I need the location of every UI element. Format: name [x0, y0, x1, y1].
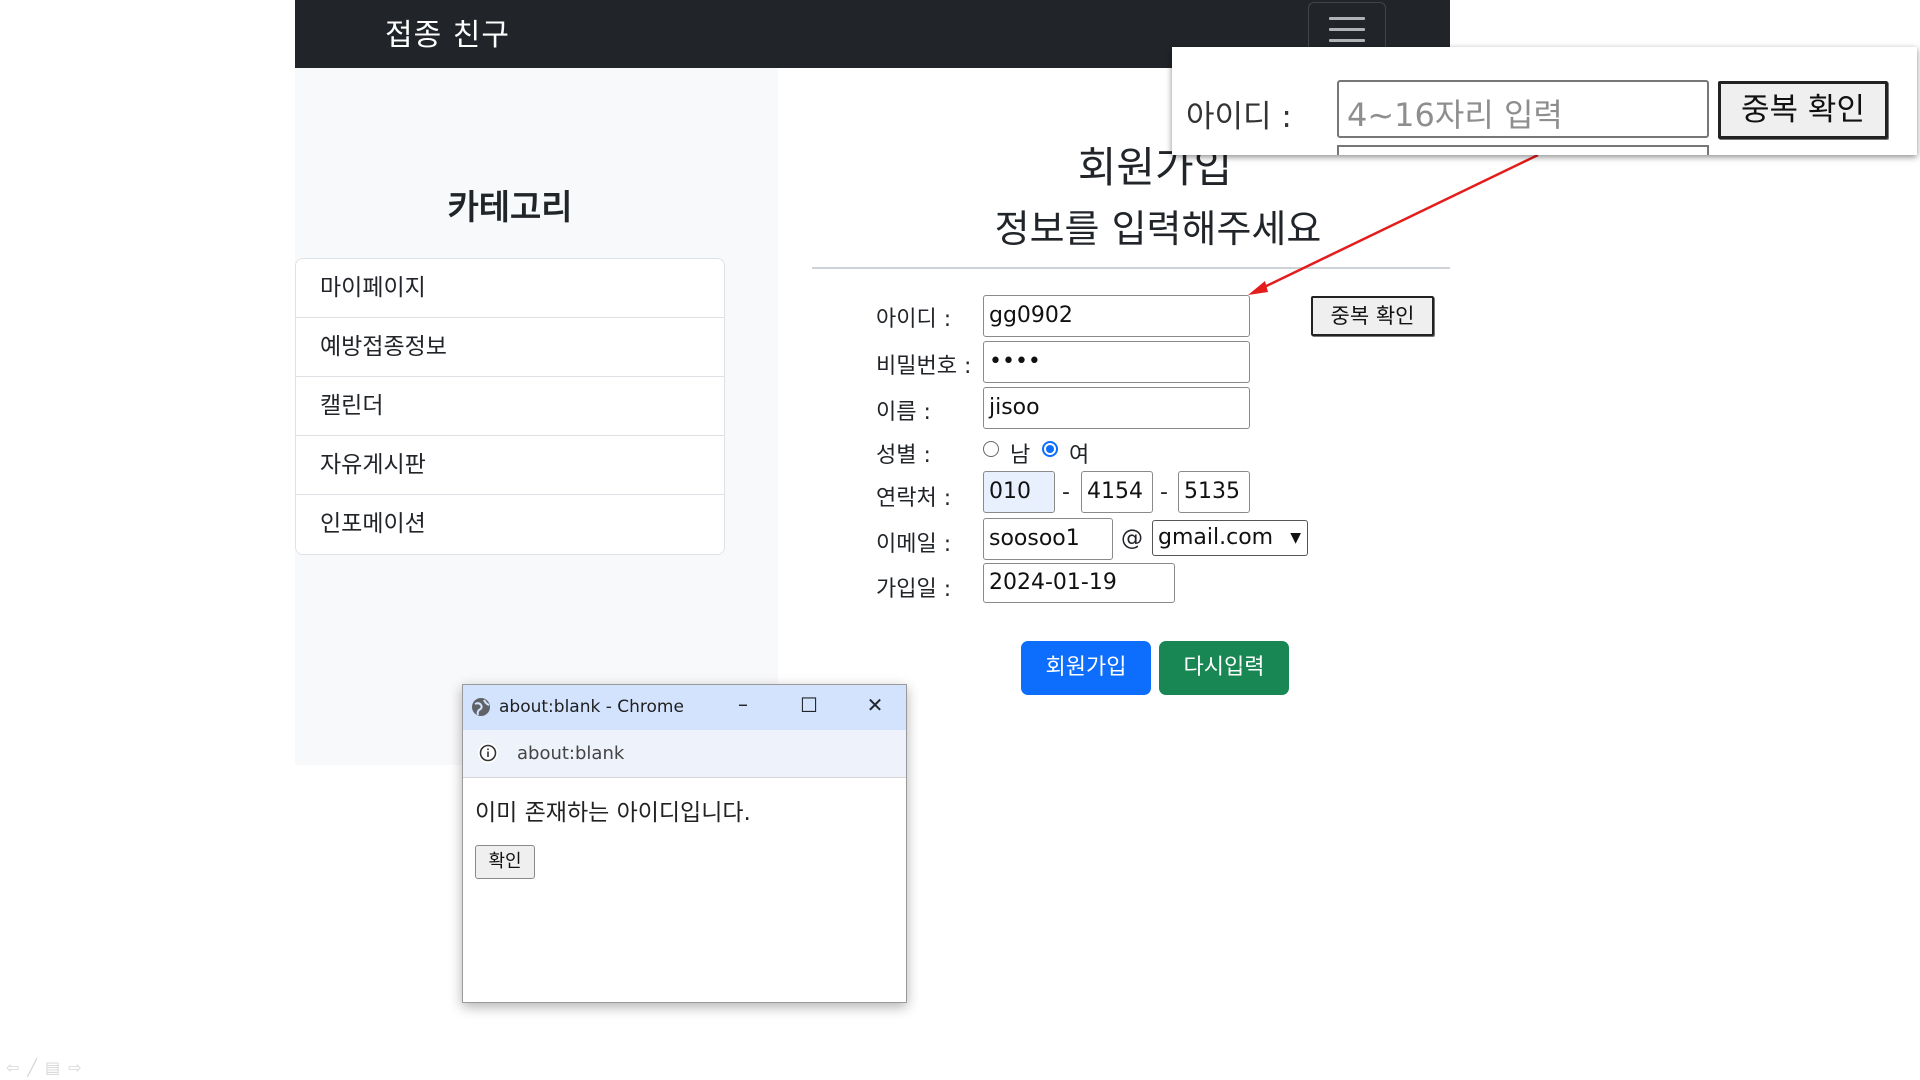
- alert-ok-button[interactable]: 확인: [475, 845, 535, 879]
- minimize-icon[interactable]: –: [728, 692, 758, 716]
- popup-url: about:blank: [517, 743, 625, 764]
- slide-nav-icons: ⇦╱▤⇨: [6, 1058, 90, 1077]
- next-arrow-icon[interactable]: ⇨: [68, 1058, 89, 1077]
- info-icon[interactable]: [477, 742, 499, 764]
- prev-arrow-icon[interactable]: ⇦: [6, 1058, 27, 1077]
- popup-titlebar: about:blank - Chrome – ☐ ✕: [463, 685, 906, 730]
- close-icon[interactable]: ✕: [860, 693, 890, 717]
- alert-popup-window: about:blank - Chrome – ☐ ✕ about:blank 이…: [462, 684, 907, 1003]
- zoom-id-label: 아이디 :: [1186, 99, 1292, 135]
- alert-message: 이미 존재하는 아이디입니다.: [475, 800, 751, 826]
- maximize-icon[interactable]: ☐: [794, 693, 824, 717]
- zoom-dup-check-button[interactable]: 중복 확인: [1718, 81, 1888, 139]
- pen-icon[interactable]: ╱: [27, 1058, 45, 1077]
- zoom-id-input[interactable]: 4~16자리 입력: [1337, 80, 1709, 138]
- popup-window-title: about:blank - Chrome: [499, 697, 684, 717]
- zoom-next-input: [1337, 145, 1709, 155]
- globe-icon: [472, 698, 490, 716]
- popup-address-bar: about:blank: [463, 730, 906, 778]
- annotation-arrow: [1248, 153, 1539, 295]
- menu-icon[interactable]: ▤: [45, 1058, 68, 1077]
- zoom-callout: 아이디 : 4~16자리 입력 중복 확인: [1172, 47, 1917, 155]
